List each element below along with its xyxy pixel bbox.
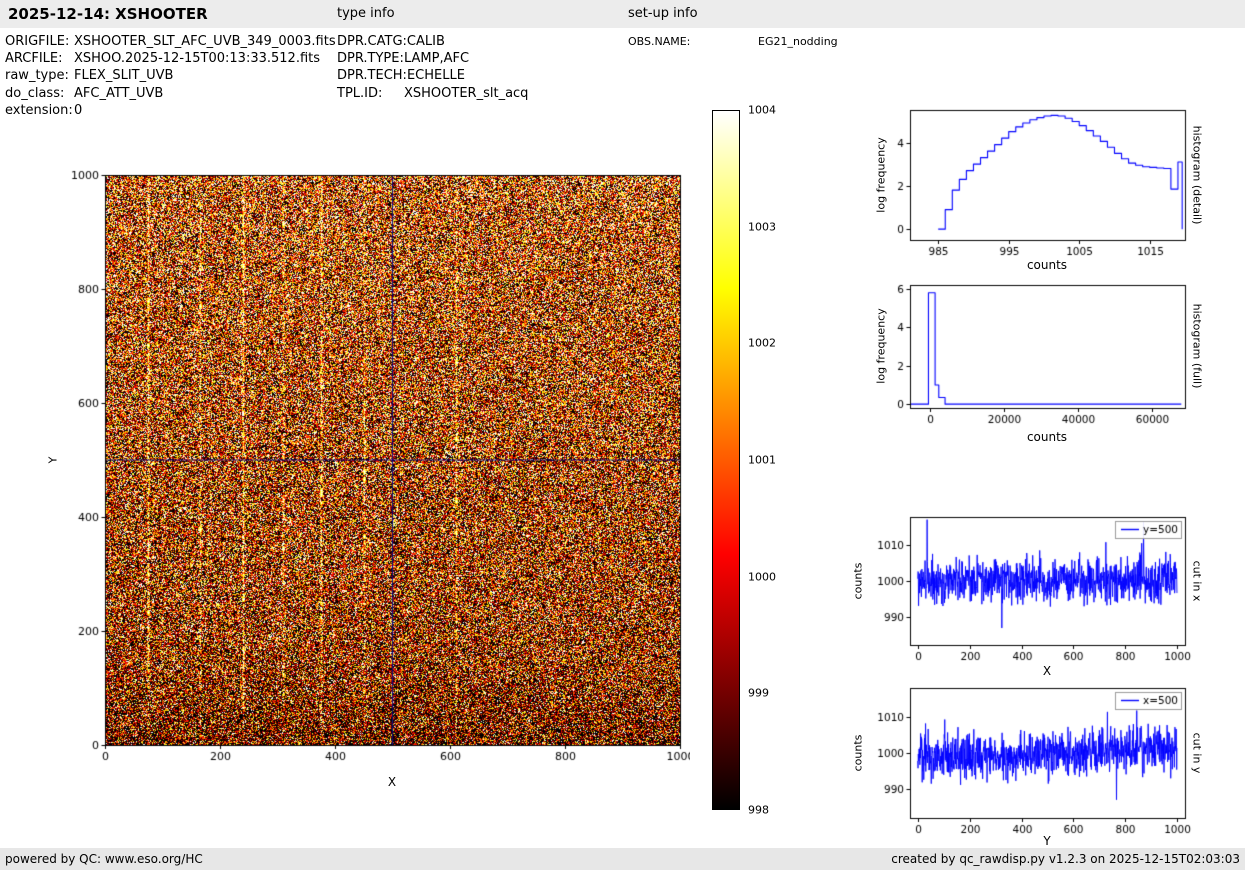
metadata-row: ARCFILE:XSHOO.2025-12-15T00:13:33.512.fi…: [5, 50, 336, 67]
metadata-row: extension:0: [5, 102, 336, 119]
cut-in-x-ylabel: counts: [852, 563, 865, 600]
metadata-value: XSHOOTER_SLT_AFC_UVB_349_0003.fits: [74, 33, 336, 50]
metadata-label: DPR.CATG:: [337, 33, 407, 50]
footer-right-text: created by qc_rawdisp.py v1.2.3 on 2025-…: [891, 848, 1240, 870]
metadata-value: EG21_nodding: [758, 33, 838, 50]
qc-rawdisp-page: 2025-12-14: XSHOOTER type info set-up in…: [0, 0, 1245, 870]
metadata-value: FLEX_SLIT_UVB: [74, 67, 173, 84]
colorbar-tick-label: 998: [748, 804, 769, 817]
metadata-label: raw_type:: [5, 67, 74, 84]
raw-image-ylabel: Y: [47, 457, 60, 464]
metadata-value: XSHOO.2025-12-15T00:13:33.512.fits: [74, 50, 320, 67]
colorbar-tick-label: 999: [748, 687, 769, 700]
metadata-row: TPL.ID:XSHOOTER_slt_acq: [337, 85, 528, 102]
colorbar-tick-label: 1002: [748, 337, 776, 350]
metadata-row: OBS.NAME:EG21_nodding: [628, 33, 838, 50]
metadata-row: ORIGFILE:XSHOOTER_SLT_AFC_UVB_349_0003.f…: [5, 33, 336, 50]
cut-in-x-xlabel: X: [1043, 664, 1051, 678]
colorbar-tick-label: 1003: [748, 220, 776, 233]
metadata-label: DPR.TECH:: [337, 67, 407, 84]
cut-in-y-plot: [850, 682, 1193, 848]
metadata-row: raw_type:FLEX_SLIT_UVB: [5, 67, 336, 84]
histogram-detail-side-label: histogram (detail): [1191, 126, 1204, 225]
colorbar: 10041003100210011000999998: [712, 110, 797, 812]
file-info-panel: ORIGFILE:XSHOOTER_SLT_AFC_UVB_349_0003.f…: [5, 33, 336, 119]
metadata-label: extension:: [5, 102, 74, 119]
metadata-value: AFC_ATT_UVB: [74, 85, 163, 102]
histogram-full-side-label: histogram (full): [1191, 304, 1204, 389]
type-info-heading: type info: [337, 0, 395, 28]
histogram-detail-ylabel: log frequency: [875, 137, 888, 212]
cut-in-y-xlabel: Y: [1043, 834, 1050, 848]
metadata-label: do_class:: [5, 85, 74, 102]
histogram-full-ylabel: log frequency: [875, 308, 888, 383]
metadata-label: ARCFILE:: [5, 50, 74, 67]
cut-in-x-plot: [850, 511, 1193, 675]
histogram-full-plot: [850, 279, 1193, 438]
metadata-label: TPL.ID:: [337, 85, 404, 102]
colorbar-gradient: [712, 110, 740, 810]
header-bar: 2025-12-14: XSHOOTER type info set-up in…: [0, 0, 1245, 28]
raw-image-xlabel: X: [388, 775, 396, 789]
cut-in-y-side-label: cut in y: [1191, 733, 1204, 774]
metadata-value: CALIB: [407, 33, 445, 50]
histogram-detail-xlabel: counts: [1027, 258, 1067, 272]
histogram-full-xlabel: counts: [1027, 430, 1067, 444]
footer-left-text: powered by QC: www.eso.org/HC: [5, 848, 203, 870]
setup-info-heading: set-up info: [628, 0, 698, 28]
page-title: 2025-12-14: XSHOOTER: [8, 0, 208, 28]
cut-in-y-ylabel: counts: [852, 735, 865, 772]
metadata-row: DPR.TYPE:LAMP,AFC: [337, 50, 528, 67]
footer-bar: powered by QC: www.eso.org/HC created by…: [0, 848, 1245, 870]
colorbar-tick-label: 1001: [748, 454, 776, 467]
histogram-detail-plot: [850, 104, 1193, 270]
metadata-label: ORIGFILE:: [5, 33, 74, 50]
type-info-panel: DPR.CATG:CALIBDPR.TYPE:LAMP,AFCDPR.TECH:…: [337, 33, 528, 102]
metadata-row: DPR.TECH:ECHELLE: [337, 67, 528, 84]
setup-info-panel: OBS.NAME:EG21_nodding: [628, 33, 838, 50]
metadata-value: 0: [74, 102, 82, 119]
raw-image-plot: [55, 167, 690, 785]
metadata-label: OBS.NAME:: [628, 33, 758, 50]
colorbar-tick-label: 1004: [748, 104, 776, 117]
metadata-label: DPR.TYPE:: [337, 50, 404, 67]
metadata-row: do_class:AFC_ATT_UVB: [5, 85, 336, 102]
metadata-row: DPR.CATG:CALIB: [337, 33, 528, 50]
metadata-value: LAMP,AFC: [404, 50, 469, 67]
metadata-value: XSHOOTER_slt_acq: [404, 85, 528, 102]
colorbar-tick-label: 1000: [748, 570, 776, 583]
cut-in-x-side-label: cut in x: [1191, 561, 1204, 602]
metadata-value: ECHELLE: [407, 67, 465, 84]
